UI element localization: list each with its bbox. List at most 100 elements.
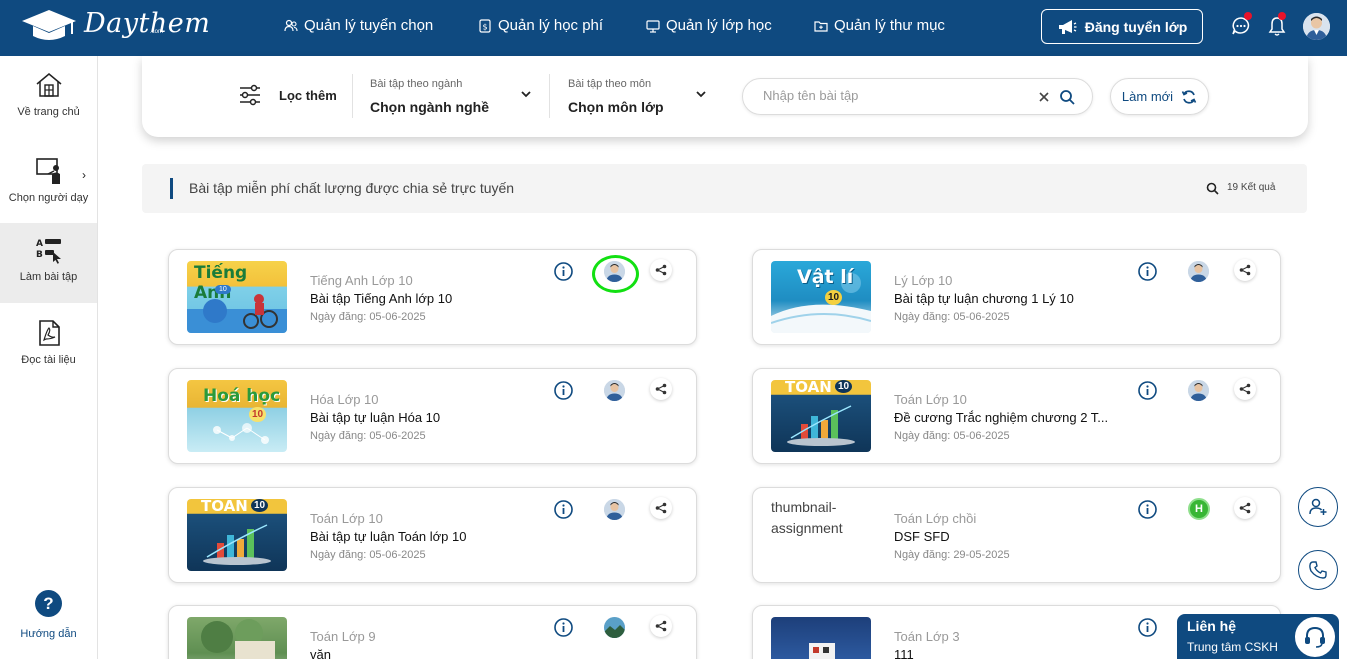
card-title[interactable]: 111 — [894, 647, 914, 659]
sidebar-item-teacher[interactable]: Chọn người dạy — [0, 156, 97, 216]
card-thumbnail: Tiếng Anh 10 — [187, 261, 287, 333]
filter-label: Lọc thêm — [279, 88, 337, 103]
results-header: Bài tập miễn phí chất lượng được chia sẻ… — [142, 164, 1307, 213]
add-user-float-button[interactable] — [1298, 487, 1338, 527]
author-avatar-letter[interactable]: H — [1188, 498, 1210, 520]
user-avatar[interactable] — [1303, 13, 1330, 40]
headset-button[interactable] — [1293, 615, 1337, 659]
post-class-label: Đăng tuyển lớp — [1084, 18, 1188, 35]
author-avatar[interactable] — [604, 380, 625, 401]
search-input[interactable] — [763, 88, 1033, 103]
card-date: Ngày đăng: 05-06-2025 — [894, 311, 1010, 323]
phone-float-button[interactable] — [1298, 550, 1338, 590]
avatar-person-icon — [1188, 380, 1209, 401]
thumb-title: TOÁN — [201, 499, 248, 515]
sidebar-item-home[interactable]: Về trang chủ — [0, 70, 97, 130]
author-avatar[interactable] — [604, 499, 625, 520]
search-box — [742, 78, 1093, 115]
author-avatar[interactable] — [1188, 380, 1209, 401]
card-title[interactable]: Bài tập Tiếng Anh lớp 10 — [310, 291, 452, 306]
svg-text:$: $ — [482, 22, 487, 31]
avatar-landscape-icon — [604, 617, 625, 638]
clear-icon[interactable] — [1037, 90, 1051, 104]
share-button[interactable] — [1234, 378, 1256, 400]
card-subject: Toán Lớp 9 — [310, 629, 376, 644]
info-icon[interactable] — [1137, 499, 1158, 520]
major-select-value: Chọn ngành nghề — [370, 99, 489, 115]
refresh-icon — [1181, 89, 1197, 104]
card-title[interactable]: Bài tập tự luận Toán lớp 10 — [310, 529, 466, 544]
exercise-card[interactable]: TOÁN 10 Toán Lớp 10 Đề cương Trắc nghiệm… — [752, 368, 1281, 464]
filter-panel: Lọc thêm Bài tập theo ngành Chọn ngành n… — [142, 56, 1308, 137]
thumb-title: Tiếng Anh — [194, 263, 248, 303]
sidebar-item-exercise[interactable]: AB Làm bài tập — [0, 223, 97, 303]
share-icon — [655, 502, 667, 514]
svg-text:A: A — [36, 239, 43, 249]
help-button[interactable]: ? Hướng dẫn — [0, 590, 97, 640]
exercise-card[interactable]: Toán Lớp 9 văn — [168, 605, 697, 659]
add-user-icon — [1309, 498, 1327, 515]
info-icon[interactable] — [1137, 617, 1158, 638]
info-icon[interactable] — [1137, 261, 1158, 282]
subject-select-value: Chọn môn lớp — [568, 99, 664, 115]
results-title: Bài tập miễn phí chất lượng được chia sẻ… — [189, 180, 515, 196]
card-title[interactable]: DSF SFD — [894, 529, 950, 544]
nav-folder-label: Quản lý thư mục — [834, 17, 945, 34]
classroom-icon — [646, 19, 660, 33]
card-subject: Tiếng Anh Lớp 10 — [310, 273, 413, 288]
exercise-card[interactable]: Hoá học 10 Hóa Lớp 10 Bài tập tự luận Hó… — [168, 368, 697, 464]
author-avatar[interactable] — [604, 617, 625, 638]
logo-text: Daythem — [84, 8, 211, 39]
results-accent-bar — [170, 178, 173, 199]
exercise-card[interactable]: TOÁN 10 Toán Lớp 10 Bài tập tự luận Toán… — [168, 487, 697, 583]
contact-subtitle: Trung tâm CSKH — [1187, 640, 1278, 654]
share-button[interactable] — [1234, 259, 1256, 281]
info-icon[interactable] — [553, 261, 574, 282]
share-icon — [655, 620, 667, 632]
info-icon[interactable] — [553, 617, 574, 638]
sidebar-item-documents[interactable]: Đọc tài liệu — [0, 318, 97, 378]
info-icon[interactable] — [553, 499, 574, 520]
share-button[interactable] — [650, 615, 672, 637]
contact-support-widget[interactable]: Liên hệ Trung tâm CSKH — [1177, 614, 1339, 659]
logo-subtext: .com — [150, 29, 164, 35]
nav-tuition[interactable]: $ Quản lý học phí — [478, 17, 603, 34]
card-date: Ngày đăng: 05-06-2025 — [310, 311, 426, 323]
teacher-icon — [35, 158, 60, 184]
sliders-icon[interactable] — [239, 84, 261, 106]
exercise-card[interactable]: Tiếng Anh 10 Tiếng Anh Lớp 10 Bài tập Ti… — [168, 249, 697, 345]
exercise-card[interactable]: Vật lí 10 Lý Lớp 10 Bài tập tự luận chươ… — [752, 249, 1281, 345]
share-button[interactable] — [650, 497, 672, 519]
logo[interactable]: Daythem — [20, 8, 210, 44]
nav-classroom[interactable]: Quản lý lớp học — [646, 17, 772, 34]
help-label: Hướng dẫn — [20, 628, 77, 640]
share-icon — [1239, 264, 1251, 276]
graduation-cap-icon — [22, 10, 76, 40]
avatar-person-icon — [1188, 261, 1209, 282]
share-button[interactable] — [1234, 497, 1256, 519]
refresh-button[interactable]: Làm mới — [1110, 78, 1209, 115]
author-avatar[interactable] — [1188, 261, 1209, 282]
share-button[interactable] — [650, 259, 672, 281]
nav-folder[interactable]: Quản lý thư mục — [814, 17, 945, 34]
card-title[interactable]: Bài tập tự luận chương 1 Lý 10 — [894, 291, 1074, 306]
card-title[interactable]: Đề cương Trắc nghiệm chương 2 T... — [894, 410, 1108, 425]
info-icon[interactable] — [553, 380, 574, 401]
search-icon[interactable] — [1059, 89, 1076, 106]
svg-text:B: B — [36, 250, 43, 260]
refresh-label: Làm mới — [1121, 89, 1174, 104]
card-title[interactable]: văn — [310, 647, 331, 659]
share-button[interactable] — [650, 378, 672, 400]
info-icon[interactable] — [1137, 380, 1158, 401]
sidebar-expand-chevron-icon[interactable]: › — [82, 168, 86, 182]
post-class-button[interactable]: Đăng tuyển lớp — [1041, 9, 1203, 44]
exercise-icon: AB — [36, 239, 61, 264]
card-title[interactable]: Bài tập tự luận Hóa 10 — [310, 410, 440, 425]
help-icon: ? — [35, 590, 62, 617]
tuition-icon: $ — [479, 18, 491, 33]
pdf-icon — [38, 320, 60, 346]
major-select-caption: Bài tập theo ngành — [370, 78, 463, 90]
nav-selection[interactable]: Quản lý tuyển chọn — [284, 17, 433, 34]
exercise-card[interactable]: thumbnail-assignment Toán Lớp chồi DSF S… — [752, 487, 1281, 583]
sidebar-item-documents-label: Đọc tài liệu — [21, 354, 76, 366]
